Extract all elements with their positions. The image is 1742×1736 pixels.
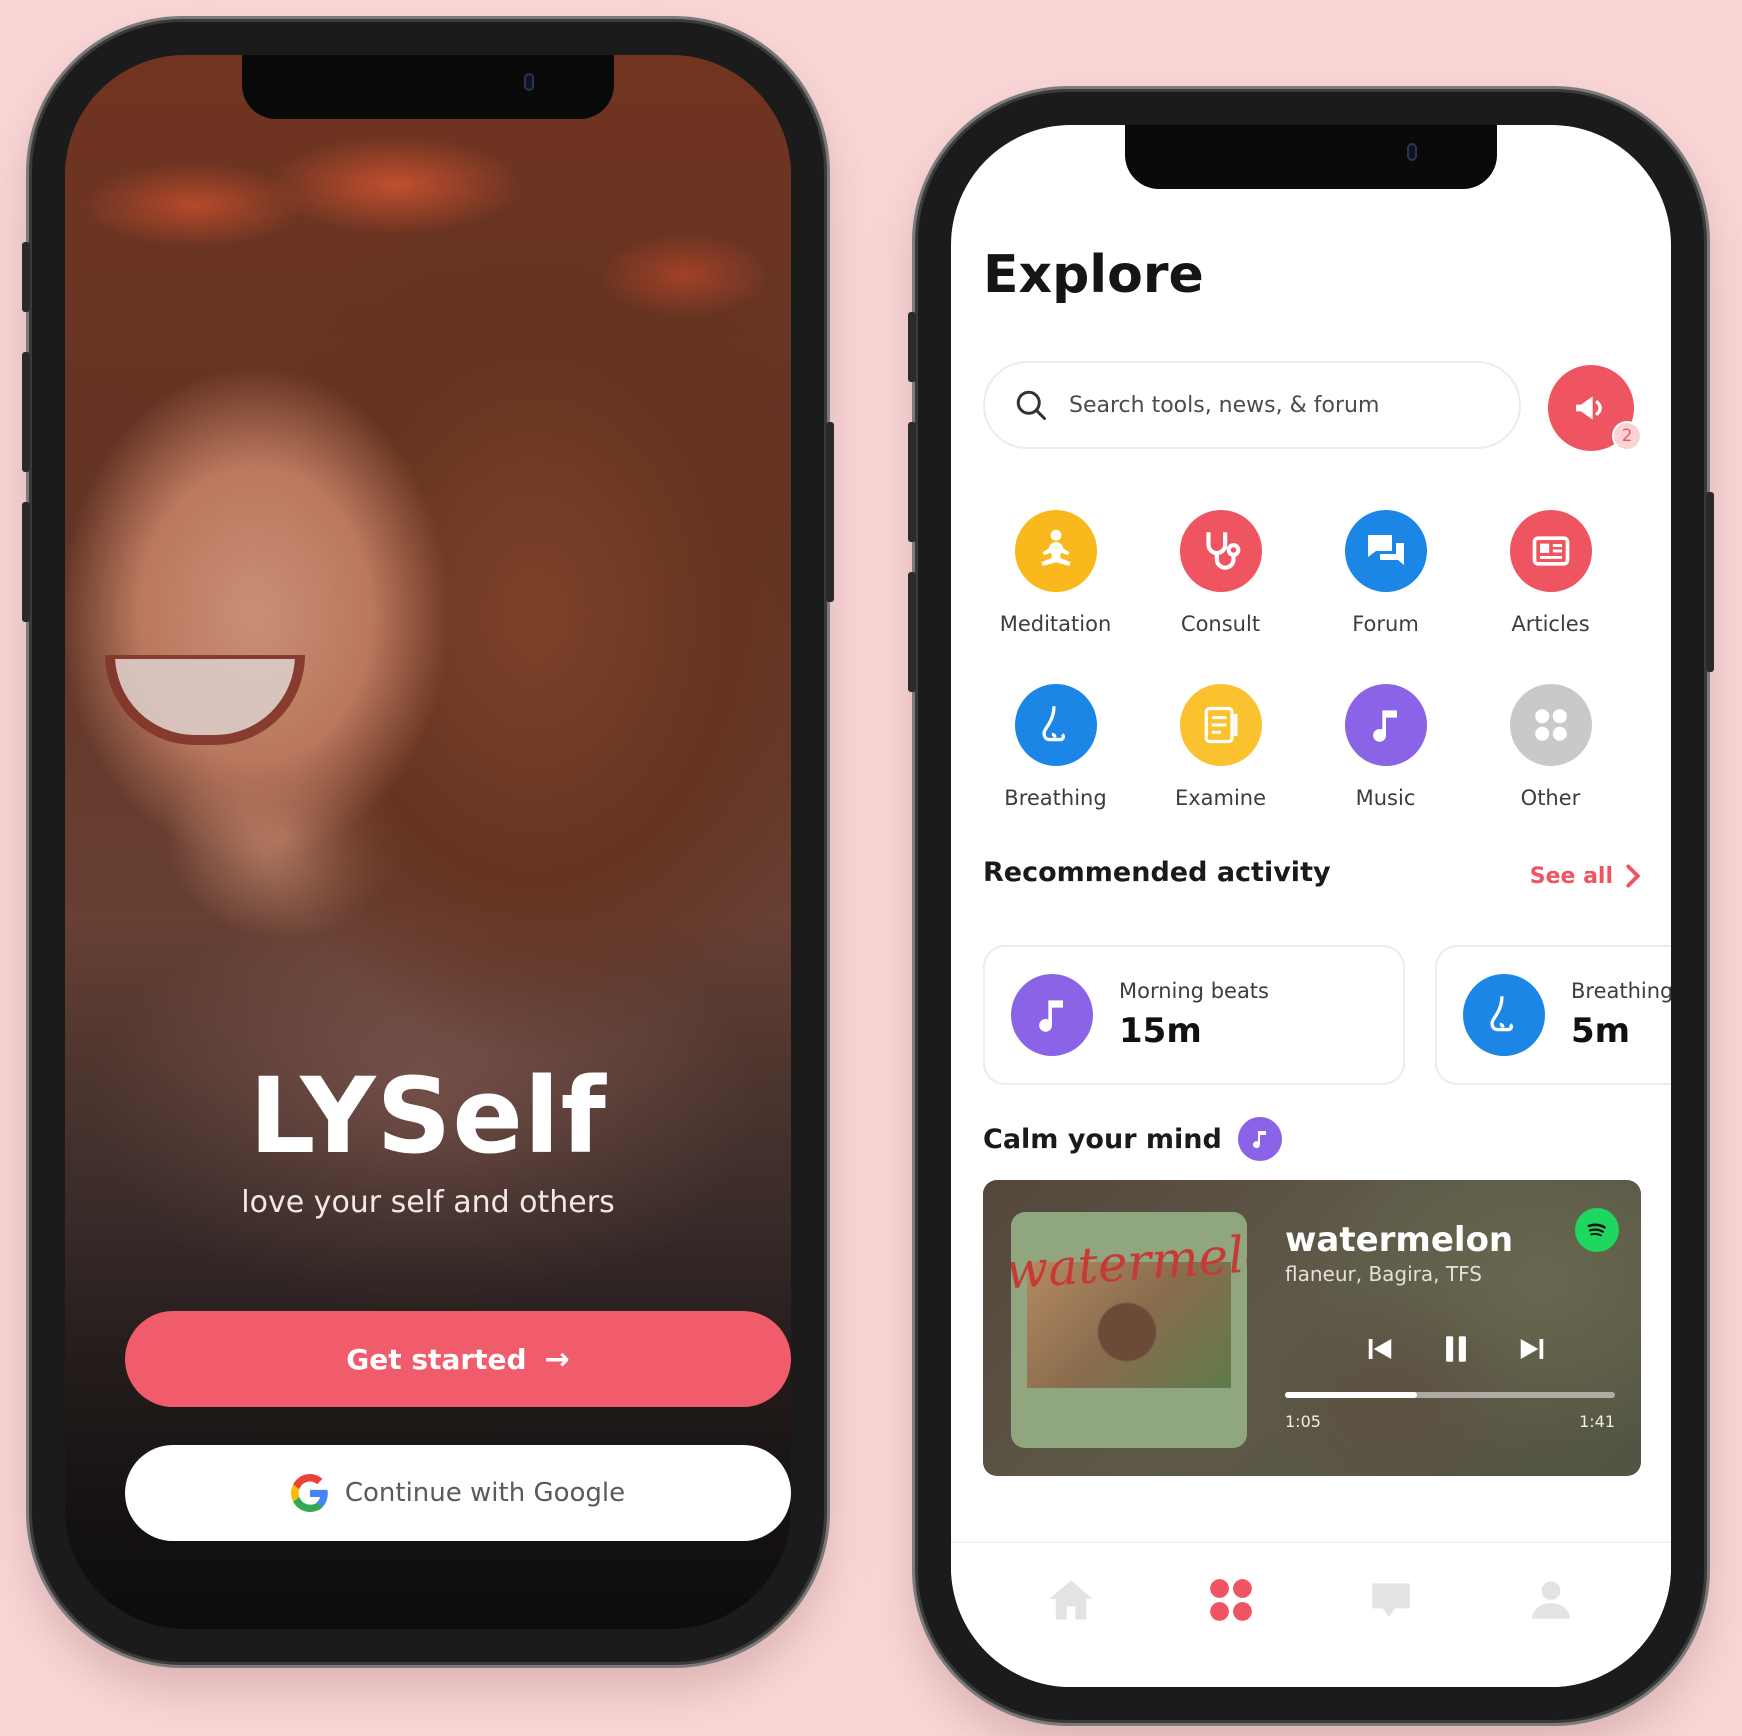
- category-grid: Meditation Consult Forum Articles Breath…: [973, 510, 1633, 810]
- tab-messages[interactable]: [1356, 1565, 1426, 1635]
- notch: [1125, 125, 1497, 189]
- music-note-icon: [1011, 974, 1093, 1056]
- tagline: love your self and others: [241, 1185, 615, 1220]
- megaphone-icon: [1576, 396, 1602, 420]
- category-examine[interactable]: Examine: [1138, 684, 1303, 810]
- category-label: Consult: [1180, 612, 1261, 636]
- app-logo-title: LYSelf: [249, 1055, 607, 1177]
- spotify-logo-icon[interactable]: [1575, 1208, 1619, 1252]
- profile-icon: [1532, 1581, 1570, 1619]
- newspaper-icon: [1509, 510, 1592, 592]
- notification-badge: 2: [1612, 421, 1642, 451]
- camera: [524, 73, 534, 91]
- stethoscope-icon: [1179, 510, 1262, 592]
- activity-duration: 15m: [1119, 1011, 1202, 1051]
- power-button: [826, 422, 834, 602]
- page-title: Explore: [983, 245, 1204, 305]
- bottom-tab-bar: [951, 1541, 1671, 1687]
- calm-title: Calm your mind: [983, 1123, 1222, 1155]
- chat-bubble-icon: [1372, 1583, 1410, 1617]
- category-label: Articles: [1511, 612, 1590, 636]
- get-started-button[interactable]: Get started →: [125, 1311, 791, 1407]
- see-all-label: See all: [1529, 863, 1613, 889]
- volume-up-button: [22, 352, 30, 472]
- explore-screen: Explore 2 Meditation: [951, 125, 1671, 1687]
- get-started-label: Get started: [346, 1342, 527, 1376]
- category-label: Breathing: [1004, 786, 1107, 810]
- activity-info: Morning beats 15m: [1119, 979, 1269, 1051]
- pause-icon[interactable]: [1439, 1330, 1473, 1368]
- playback-progress-bar[interactable]: [1285, 1392, 1615, 1398]
- tab-profile[interactable]: [1516, 1565, 1586, 1635]
- skip-previous-icon[interactable]: [1365, 1334, 1395, 1364]
- category-consult[interactable]: Consult: [1138, 510, 1303, 636]
- mute-switch: [908, 312, 916, 382]
- recommended-list: Morning beats 15m Breathing 5m: [983, 945, 1671, 1085]
- category-label: Other: [1520, 786, 1581, 810]
- volume-up-button: [908, 422, 916, 542]
- category-music[interactable]: Music: [1303, 684, 1468, 810]
- search-icon: [1016, 390, 1046, 420]
- nose-icon: [1014, 684, 1097, 766]
- track-title: watermelon: [1285, 1220, 1514, 1260]
- category-label: Meditation: [999, 612, 1112, 636]
- grid-dots-icon: [1210, 1579, 1252, 1621]
- activity-name: Morning beats: [1119, 979, 1269, 1003]
- welcome-screen: LYSelf love your self and others Get sta…: [65, 55, 791, 1629]
- category-articles[interactable]: Articles: [1468, 510, 1633, 636]
- explore-phone: Explore 2 Meditation: [908, 92, 1714, 1720]
- category-other[interactable]: Other: [1468, 684, 1633, 810]
- tab-explore[interactable]: [1196, 1565, 1266, 1635]
- spotify-player[interactable]: watermelon watermelon flaneur, Bagira, T…: [983, 1180, 1641, 1476]
- calm-section-header: Calm your mind: [983, 1117, 1282, 1161]
- chat-icon: [1344, 510, 1427, 592]
- activity-info: Breathing 5m: [1571, 979, 1671, 1051]
- activity-duration: 5m: [1571, 1011, 1631, 1051]
- category-label: Examine: [1174, 786, 1267, 810]
- category-breathing[interactable]: Breathing: [973, 684, 1138, 810]
- volume-down-button: [22, 502, 30, 622]
- see-all-link[interactable]: See all: [1530, 863, 1641, 889]
- grid-dots-icon: [1509, 684, 1592, 766]
- search-input[interactable]: [1069, 392, 1489, 418]
- album-art: watermelon: [1011, 1212, 1247, 1448]
- category-forum[interactable]: Forum: [1303, 510, 1468, 636]
- current-time: 1:05: [1285, 1412, 1321, 1431]
- music-note-icon: [1237, 1117, 1282, 1161]
- nose-icon: [1463, 974, 1545, 1056]
- checklist-icon: [1179, 684, 1262, 766]
- google-logo-icon: [290, 1474, 328, 1512]
- home-icon: [1049, 1580, 1093, 1620]
- activity-card[interactable]: Morning beats 15m: [983, 945, 1405, 1085]
- category-label: Forum: [1352, 612, 1419, 636]
- google-button-label: Continue with Google: [344, 1478, 626, 1508]
- recommended-title: Recommended activity: [983, 857, 1331, 888]
- notch: [242, 55, 614, 119]
- skip-next-icon[interactable]: [1517, 1334, 1547, 1364]
- camera: [1407, 143, 1417, 161]
- activity-name: Breathing: [1571, 979, 1671, 1003]
- arrow-right-icon: →: [544, 1341, 570, 1377]
- welcome-phone: LYSelf love your self and others Get sta…: [22, 22, 834, 1662]
- category-meditation[interactable]: Meditation: [973, 510, 1138, 636]
- playback-progress-fill: [1285, 1392, 1417, 1398]
- total-time: 1:41: [1579, 1412, 1615, 1431]
- mute-switch: [22, 242, 30, 312]
- meditation-icon: [1014, 510, 1097, 592]
- continue-with-google-button[interactable]: Continue with Google: [125, 1445, 791, 1541]
- tab-home[interactable]: [1036, 1565, 1106, 1635]
- track-artist: flaneur, Bagira, TFS: [1285, 1262, 1482, 1286]
- search-bar[interactable]: [983, 361, 1521, 449]
- activity-card[interactable]: Breathing 5m: [1435, 945, 1671, 1085]
- announcements-button[interactable]: 2: [1548, 365, 1642, 451]
- power-button: [1706, 492, 1714, 672]
- volume-down-button: [908, 572, 916, 692]
- category-label: Music: [1355, 786, 1416, 810]
- player-controls: [1365, 1330, 1547, 1368]
- music-note-icon: [1344, 684, 1427, 766]
- chevron-right-icon: [1626, 864, 1641, 888]
